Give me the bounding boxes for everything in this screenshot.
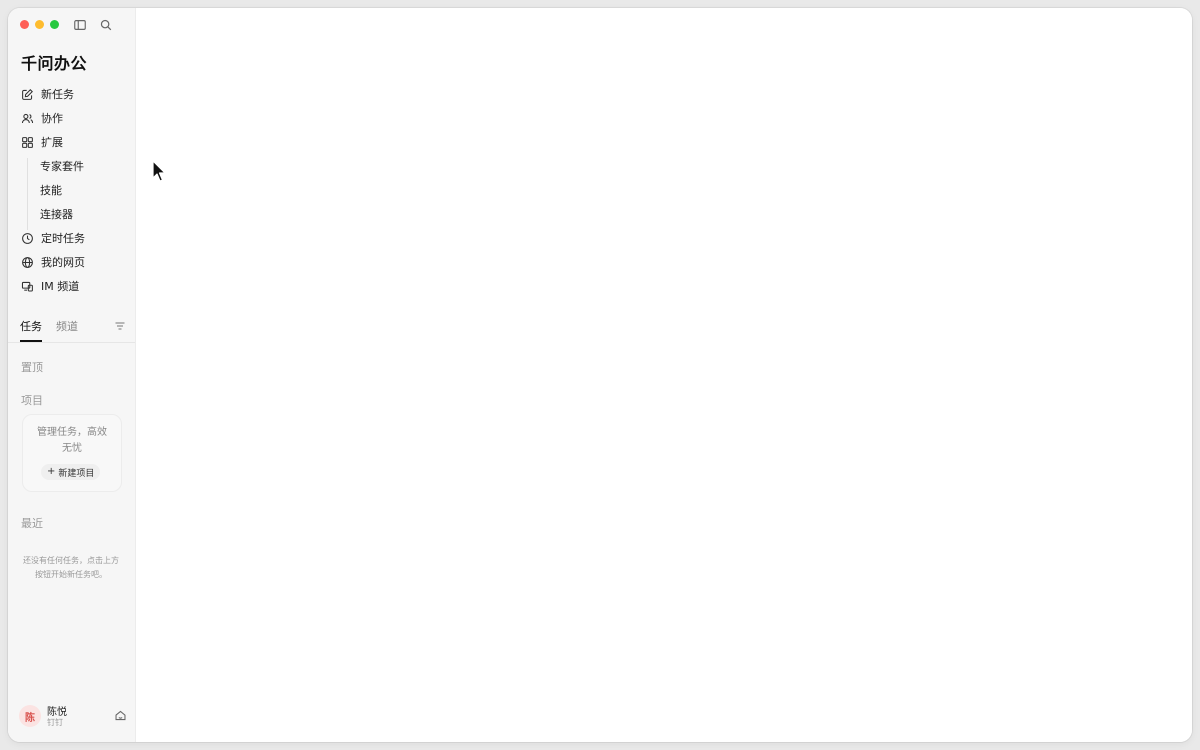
users-icon <box>21 112 34 125</box>
nav-scheduled-tasks[interactable]: 定时任务 <box>21 228 85 248</box>
sidebar: 千问办公 新任务 协作 扩展 专家套件 技能 连接器 定时任务 我的网页 IM … <box>8 8 136 742</box>
home-switch-icon[interactable] <box>114 709 127 722</box>
nav-collab-label: 协作 <box>41 112 63 125</box>
grid-icon <box>21 136 34 149</box>
app-window: 千问办公 新任务 协作 扩展 专家套件 技能 连接器 定时任务 我的网页 IM … <box>8 8 1192 742</box>
globe-icon <box>21 256 34 269</box>
nav-extensions-label: 扩展 <box>41 136 63 149</box>
nav-collab[interactable]: 协作 <box>21 108 63 128</box>
app-title: 千问办公 <box>21 54 88 73</box>
window-controls <box>20 20 59 29</box>
project-empty-line2: 无忧 <box>62 443 82 454</box>
user-profile[interactable]: 陈 陈悦 钉钉 <box>19 703 127 731</box>
tab-tasks[interactable]: 任务 <box>20 320 42 342</box>
nav-new-task[interactable]: 新任务 <box>21 84 74 104</box>
sidebar-tabs: 任务 频道 <box>20 320 126 342</box>
recent-empty-text: 还没有任何任务，点击上方 按钮开始新任务吧。 <box>18 554 124 582</box>
nav-new-task-label: 新任务 <box>41 88 74 101</box>
devices-icon <box>21 280 34 293</box>
new-project-button[interactable]: + 新建项目 <box>41 464 101 480</box>
sidebar-toggle-icon[interactable] <box>73 18 87 32</box>
nav-im-channels[interactable]: IM 频道 <box>21 276 79 296</box>
nav-my-pages-label: 我的网页 <box>41 256 85 269</box>
submenu-guide-line <box>27 158 28 230</box>
mouse-cursor-icon <box>152 160 168 184</box>
avatar[interactable]: 陈 <box>19 705 41 727</box>
nav-extensions[interactable]: 扩展 <box>21 132 63 152</box>
section-pinned: 置顶 <box>21 361 43 374</box>
search-icon[interactable] <box>99 18 113 32</box>
user-org: 钉钉 <box>47 718 63 727</box>
section-recent: 最近 <box>21 517 43 530</box>
project-empty-card: 管理任务，高效 无忧 + 新建项目 <box>22 414 122 492</box>
section-projects: 项目 <box>21 394 43 407</box>
nav-expert-suite[interactable]: 专家套件 <box>40 156 84 176</box>
recent-empty-line2: 按钮开始新任务吧。 <box>35 570 107 579</box>
main-content <box>136 8 1192 742</box>
clock-icon <box>21 232 34 245</box>
nav-im-channels-label: IM 频道 <box>41 280 80 293</box>
zoom-button[interactable] <box>50 20 59 29</box>
nav-connectors[interactable]: 连接器 <box>40 204 73 224</box>
minimize-button[interactable] <box>35 20 44 29</box>
tab-channels[interactable]: 频道 <box>56 320 78 340</box>
recent-empty-line1: 还没有任何任务，点击上方 <box>23 556 119 565</box>
tabs-divider <box>8 342 135 343</box>
new-project-label: 新建项目 <box>58 468 95 479</box>
plus-icon: + <box>47 466 56 477</box>
nav-scheduled-label: 定时任务 <box>41 232 85 245</box>
close-button[interactable] <box>20 20 29 29</box>
user-name: 陈悦 <box>47 707 67 718</box>
nav-skills[interactable]: 技能 <box>40 180 62 200</box>
project-empty-line1: 管理任务，高效 <box>37 427 107 438</box>
filter-icon[interactable] <box>114 320 126 332</box>
edit-icon <box>21 88 34 101</box>
nav-my-pages[interactable]: 我的网页 <box>21 252 85 272</box>
project-empty-text: 管理任务，高效 无忧 <box>27 425 117 457</box>
